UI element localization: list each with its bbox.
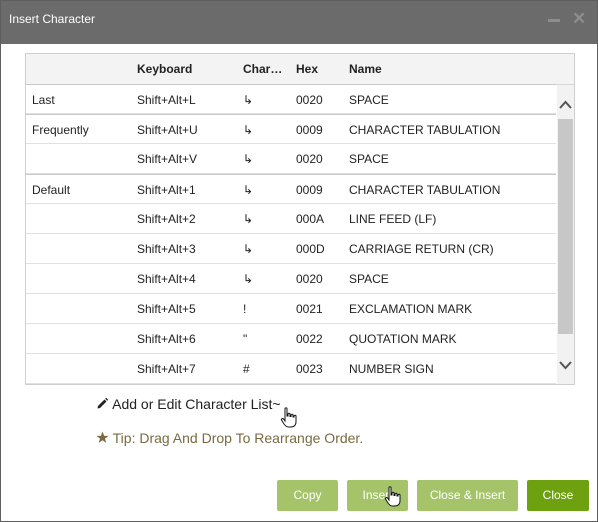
row-name: NUMBER SIGN <box>349 362 434 376</box>
row-keyboard: Shift+Alt+V <box>137 152 198 166</box>
row-keyboard: Shift+Alt+3 <box>137 242 196 256</box>
scroll-down-icon[interactable] <box>557 357 574 373</box>
header-hex[interactable]: Hex <box>296 62 318 76</box>
row-keyboard: Shift+Alt+U <box>137 123 198 137</box>
table-row[interactable]: Shift+Alt+6 " 0022 QUOTATION MARK <box>26 324 556 354</box>
row-keyboard: Shift+Alt+5 <box>137 302 196 316</box>
row-keyboard: Shift+Alt+L <box>137 93 196 107</box>
edit-link-label: Add or Edit Character List~ <box>112 396 281 412</box>
row-character: ↳ <box>243 93 254 107</box>
row-hex: 0020 <box>296 272 323 286</box>
table-row[interactable]: Shift+Alt+4 ↳ 0020 SPACE <box>26 264 556 294</box>
table-row[interactable]: Shift+Alt+5 ! 0021 EXCLAMATION MARK <box>26 294 556 324</box>
row-group: Frequently <box>32 123 89 137</box>
row-character: ↳ <box>243 152 254 166</box>
table-row[interactable]: Shift+Alt+2 ↳ 000A LINE FEED (LF) <box>26 204 556 234</box>
row-character: ↳ <box>243 272 254 286</box>
row-hex: 0009 <box>296 183 323 197</box>
star-icon <box>96 431 109 443</box>
table-row[interactable]: Frequently Shift+Alt+U ↳ 0009 CHARACTER … <box>26 114 556 144</box>
edit-character-list-link[interactable]: Add or Edit Character List~ <box>96 396 281 412</box>
row-name: SPACE <box>349 93 389 107</box>
tip-label: Tip: Drag And Drop To Rearrange Order. <box>112 430 364 446</box>
row-hex: 000A <box>296 212 325 226</box>
row-character: " <box>243 332 248 346</box>
row-name: QUOTATION MARK <box>349 332 457 346</box>
row-hex: 0009 <box>296 123 323 137</box>
close-icon[interactable]: ✕ <box>572 10 586 28</box>
pencil-icon <box>97 397 109 409</box>
minimize-icon[interactable] <box>548 19 560 22</box>
table-row[interactable]: Shift+Alt+3 ↳ 000D CARRIAGE RETURN (CR) <box>26 234 556 264</box>
vertical-scrollbar[interactable] <box>557 85 574 384</box>
row-keyboard: Shift+Alt+7 <box>137 362 196 376</box>
row-name: CHARACTER TABULATION <box>349 123 501 137</box>
row-keyboard: Shift+Alt+1 <box>137 183 196 197</box>
table-row[interactable]: Shift+Alt+V ↳ 0020 SPACE <box>26 144 556 174</box>
close-button[interactable]: Close <box>527 480 589 511</box>
row-name: SPACE <box>349 152 389 166</box>
table-row[interactable]: Default Shift+Alt+1 ↳ 0009 CHARACTER TAB… <box>26 174 556 204</box>
row-character: ↳ <box>243 242 254 256</box>
table-row[interactable]: Shift+Alt+7 # 0023 NUMBER SIGN <box>26 354 556 384</box>
insert-character-dialog: Insert Character ✕ Keyboard Char… Hex Na… <box>0 0 598 522</box>
copy-button[interactable]: Copy <box>277 480 338 511</box>
hand-cursor-icon <box>384 486 401 507</box>
row-keyboard: Shift+Alt+6 <box>137 332 196 346</box>
title-bar[interactable]: Insert Character ✕ <box>1 1 597 44</box>
row-keyboard: Shift+Alt+2 <box>137 212 196 226</box>
row-character: ↳ <box>243 123 254 137</box>
close-and-insert-button[interactable]: Close & Insert <box>417 480 518 511</box>
row-name: CARRIAGE RETURN (CR) <box>349 242 494 256</box>
header-character[interactable]: Char… <box>243 62 282 76</box>
character-grid: Keyboard Char… Hex Name Last Shift+Alt+L… <box>25 53 575 385</box>
row-hex: 0023 <box>296 362 323 376</box>
hand-cursor-icon <box>280 407 297 428</box>
row-character: ↳ <box>243 212 254 226</box>
row-hex: 0021 <box>296 302 323 316</box>
row-character: # <box>243 362 250 376</box>
row-name: SPACE <box>349 272 389 286</box>
grid-header: Keyboard Char… Hex Name <box>26 54 574 85</box>
row-group: Last <box>32 93 55 107</box>
scrollbar-thumb[interactable] <box>558 119 573 334</box>
header-keyboard[interactable]: Keyboard <box>137 62 192 76</box>
row-hex: 0022 <box>296 332 323 346</box>
row-hex: 0020 <box>296 93 323 107</box>
row-keyboard: Shift+Alt+4 <box>137 272 196 286</box>
row-hex: 000D <box>296 242 325 256</box>
header-name[interactable]: Name <box>349 62 382 76</box>
row-group: Default <box>32 183 71 197</box>
row-name: CHARACTER TABULATION <box>349 183 501 197</box>
table-row[interactable]: Last Shift+Alt+L ↳ 0020 SPACE <box>26 84 556 114</box>
tip-text: Tip: Drag And Drop To Rearrange Order. <box>96 430 363 446</box>
row-character: ! <box>243 302 247 316</box>
row-character: ↳ <box>243 183 254 197</box>
row-name: EXCLAMATION MARK <box>349 302 473 316</box>
row-name: LINE FEED (LF) <box>349 212 437 226</box>
dialog-title: Insert Character <box>9 12 96 26</box>
scroll-up-icon[interactable] <box>557 97 574 113</box>
row-hex: 0020 <box>296 152 323 166</box>
